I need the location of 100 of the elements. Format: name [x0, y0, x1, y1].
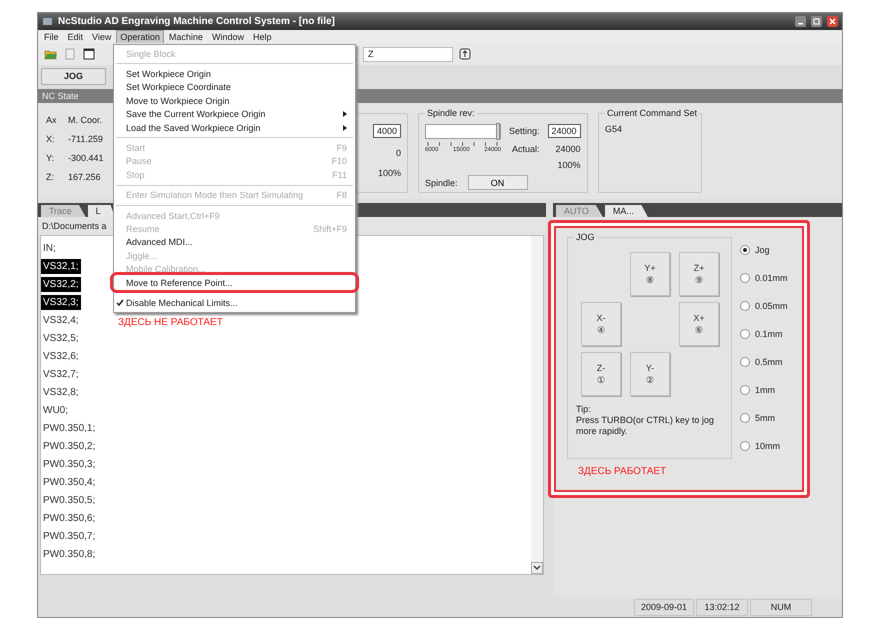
- shortcut-text: F10: [331, 156, 347, 166]
- axis-label: Z:: [46, 172, 55, 182]
- radio-label: 5mm: [755, 413, 775, 423]
- axis-label: X:: [46, 134, 56, 144]
- step-radio[interactable]: Jog: [740, 243, 788, 257]
- spindle-slider[interactable]: [425, 124, 501, 139]
- annotation-label: ЗДЕСЬ НЕ РАБОТАЕТ: [118, 317, 223, 328]
- jog-button[interactable]: Y- ②: [630, 352, 670, 396]
- axis-label: Y:: [46, 153, 56, 163]
- close-button[interactable]: [827, 16, 838, 27]
- tab[interactable]: L: [88, 205, 115, 217]
- status-cell: 2009-09-01: [634, 598, 694, 616]
- code-line[interactable]: PW0.350,6;: [41, 511, 98, 526]
- shortcut-text: F11: [332, 170, 347, 180]
- jog-button[interactable]: X- ④: [581, 302, 621, 346]
- menu-item[interactable]: Disable Mechanical Limits...: [114, 296, 355, 310]
- minimize-button[interactable]: [795, 16, 806, 27]
- code-line[interactable]: PW0.350,8;: [41, 547, 98, 562]
- code-line[interactable]: PW0.350,2;: [41, 439, 98, 454]
- radio-icon[interactable]: [740, 413, 750, 423]
- radio-label: 0.01mm: [755, 273, 788, 283]
- tab[interactable]: MA...: [604, 205, 648, 217]
- tip-text: Tip: Press TURBO(or CTRL) key to jog more rapidly.: [576, 404, 715, 437]
- code-line[interactable]: VS32,4;: [41, 313, 81, 328]
- radio-icon[interactable]: [740, 273, 750, 283]
- menu-bar-item[interactable]: Edit: [64, 30, 88, 44]
- code-line[interactable]: VS32,7;: [41, 367, 81, 382]
- step-radio[interactable]: 0.5mm: [740, 355, 788, 369]
- radio-label: 10mm: [755, 441, 780, 451]
- spindle-actual-value: 24000: [556, 144, 581, 154]
- menu-bar-item[interactable]: File: [40, 30, 63, 44]
- jog-button[interactable]: X+ ⑥: [679, 302, 719, 346]
- step-radio[interactable]: 0.01mm: [740, 271, 788, 285]
- code-line[interactable]: VS32,5;: [41, 331, 81, 346]
- radio-icon[interactable]: [740, 357, 750, 367]
- actual-label: Actual:: [512, 144, 540, 154]
- menu-item[interactable]: Set Workpiece Origin: [114, 67, 355, 81]
- window-icon[interactable]: [82, 47, 96, 61]
- code-line[interactable]: PW0.350,7;: [41, 529, 98, 544]
- radio-icon[interactable]: [740, 329, 750, 339]
- shortcut-text: F9: [336, 143, 347, 154]
- coordinate-value: -711.259: [68, 134, 104, 144]
- spindle-on-button[interactable]: ON: [468, 175, 528, 190]
- restore-button[interactable]: [811, 16, 822, 27]
- app-icon: [42, 16, 53, 27]
- menu-bar-item[interactable]: Machine: [164, 30, 207, 44]
- coordinate-value: 167.256: [68, 172, 102, 182]
- code-line[interactable]: PW0.350,1;: [41, 421, 98, 436]
- status-cell: NUM: [750, 598, 812, 616]
- shortcut-text: Shift+F9: [313, 224, 347, 234]
- shortcut-text: F8: [336, 190, 347, 200]
- jog-button[interactable]: Z- ①: [581, 352, 621, 396]
- menu-bar-item[interactable]: View: [88, 30, 116, 44]
- command-set-value: G54: [605, 124, 622, 134]
- menu-item[interactable]: Advanced MDI...: [114, 236, 355, 250]
- menu-bar-item[interactable]: Window: [208, 30, 248, 44]
- coordinate-value: -300.441: [68, 153, 105, 163]
- step-radio[interactable]: 5mm: [740, 411, 788, 425]
- spindle-label: Spindle:: [425, 178, 458, 188]
- slider-thumb[interactable]: [496, 123, 500, 140]
- step-radio[interactable]: 1mm: [740, 383, 788, 397]
- group-title: Current Command Set: [605, 108, 700, 118]
- radio-icon[interactable]: [740, 245, 750, 255]
- radio-icon[interactable]: [740, 441, 750, 451]
- code-line[interactable]: PW0.350,3;: [41, 457, 98, 472]
- code-line[interactable]: PW0.350,5;: [41, 493, 98, 508]
- group-title: Spindle rev:: [425, 108, 477, 118]
- radio-label: 1mm: [755, 385, 775, 395]
- code-line[interactable]: VS32,6;: [41, 349, 81, 364]
- feed-actual-value: 0: [396, 148, 401, 158]
- setting-label: Setting:: [509, 126, 540, 136]
- annotation-label: ЗДЕСЬ РАБОТАЕТ: [578, 466, 666, 477]
- code-line[interactable]: PW0.350,4;: [41, 475, 98, 490]
- window-title: NcStudio AD Engraving Machine Control System - [no file]: [58, 16, 336, 27]
- radio-label: 0.1mm: [755, 329, 783, 339]
- scroll-down-icon[interactable]: [531, 562, 543, 574]
- input-field[interactable]: Z: [363, 46, 453, 62]
- radio-label: Jog: [755, 245, 770, 255]
- mode-button[interactable]: JOG: [41, 68, 106, 84]
- document-icon[interactable]: [63, 47, 77, 61]
- radio-label: 0.05mm: [755, 301, 788, 311]
- spindle-setting-value: 24000: [548, 124, 581, 138]
- menu-bar-item[interactable]: Help: [248, 30, 276, 44]
- column-header: Ax: [46, 115, 58, 125]
- step-radio[interactable]: 0.1mm: [740, 327, 788, 341]
- menu-item[interactable]: Load the Saved Workpiece Origin: [114, 120, 355, 134]
- code-line[interactable]: WU0;: [41, 403, 70, 418]
- jog-button[interactable]: Y+ ⑧: [630, 252, 670, 296]
- step-radio[interactable]: 10mm: [740, 439, 788, 453]
- menu-item[interactable]: Save the Current Workpiece Origin: [114, 108, 355, 121]
- step-radio[interactable]: 0.05mm: [740, 299, 788, 313]
- checkmark-icon: [116, 298, 124, 307]
- menu-bar-item[interactable]: Operation: [116, 30, 164, 44]
- jog-button[interactable]: Z+ ⑨: [679, 252, 719, 296]
- radio-icon[interactable]: [740, 385, 750, 395]
- spindle-percent: 100%: [558, 160, 581, 170]
- status-cell: 13:02:12: [696, 598, 748, 616]
- code-line[interactable]: IN;: [41, 241, 58, 256]
- code-line[interactable]: VS32,8;: [41, 385, 81, 400]
- radio-icon[interactable]: [740, 301, 750, 311]
